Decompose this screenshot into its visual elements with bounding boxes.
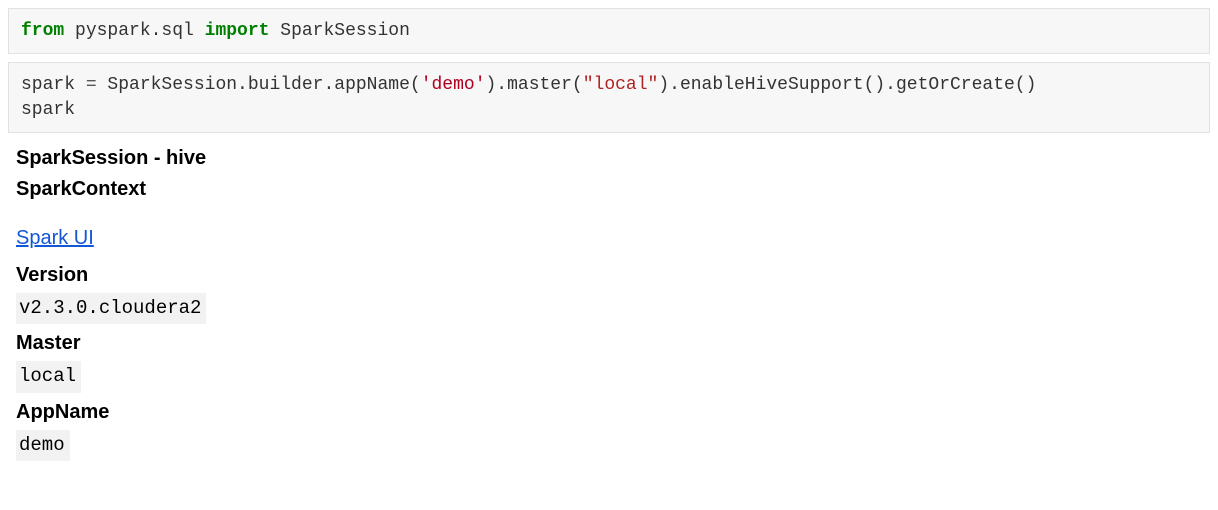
- code-l1-a: spark: [21, 75, 86, 95]
- code-l1-str2: "local": [583, 75, 659, 95]
- kw-from: from: [21, 21, 64, 41]
- code-cell-2: spark = SparkSession.builder.appName('de…: [8, 62, 1210, 133]
- value-version: v2.3.0.cloudera2: [16, 293, 206, 324]
- label-appname: AppName: [16, 397, 1202, 428]
- code-l1-b: SparkSession.builder.appName(: [97, 75, 421, 95]
- code-l1-d: ).enableHiveSupport().getOrCreate(): [658, 75, 1036, 95]
- spark-ui-link[interactable]: Spark UI: [16, 223, 94, 254]
- code-l1-eq: =: [86, 75, 97, 95]
- code-l2: spark: [21, 100, 75, 120]
- output-area: SparkSession - hive SparkContext Spark U…: [16, 143, 1202, 461]
- module-name: pyspark.sql: [64, 21, 204, 41]
- code-l1-str1: 'demo': [421, 75, 486, 95]
- spark-info-list: Version v2.3.0.cloudera2 Master local Ap…: [16, 260, 1202, 461]
- label-master: Master: [16, 328, 1202, 359]
- code-cell-1: from pyspark.sql import SparkSession: [8, 8, 1210, 54]
- spacer: [16, 205, 1202, 223]
- label-version: Version: [16, 260, 1202, 291]
- kw-import: import: [205, 21, 270, 41]
- output-heading-context: SparkContext: [16, 174, 1202, 205]
- value-appname: demo: [16, 430, 70, 461]
- output-heading-session: SparkSession - hive: [16, 143, 1202, 174]
- code-l1-c: ).master(: [486, 75, 583, 95]
- import-target: SparkSession: [269, 21, 409, 41]
- value-master: local: [16, 361, 81, 392]
